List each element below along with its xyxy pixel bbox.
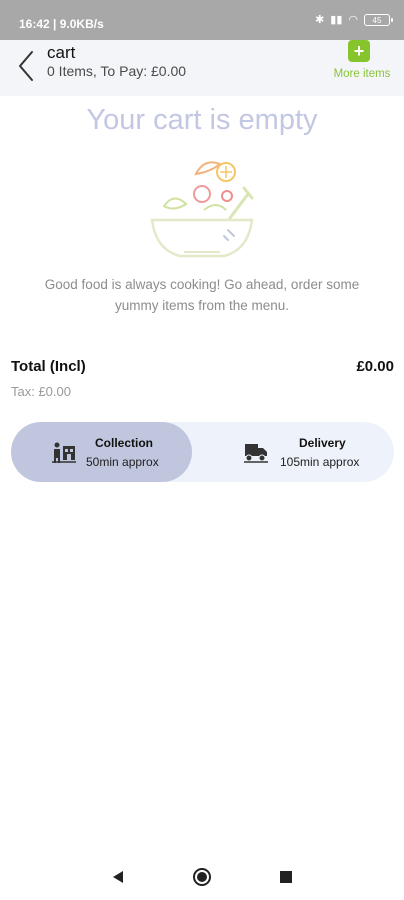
cart-summary: 0 Items, To Pay: £0.00	[47, 63, 187, 79]
status-icons: ✱ ▮▮ ◠ 45	[315, 13, 393, 26]
battery-icon: 45	[364, 14, 393, 26]
total-value: £0.00	[356, 358, 394, 375]
nav-back-icon[interactable]	[107, 866, 129, 888]
collection-title: Collection	[95, 436, 154, 450]
salad-bowl-icon	[150, 161, 254, 258]
nav-recents-icon[interactable]	[275, 866, 297, 888]
signal-icon: ▮▮	[330, 13, 343, 26]
collection-store-icon	[52, 442, 76, 463]
back-arrow-icon[interactable]	[14, 46, 40, 86]
order-type-toggle: Collection 50min approx Delivery 105min …	[11, 422, 394, 482]
more-items-label: More items	[333, 68, 391, 80]
system-nav-bar	[0, 852, 404, 900]
more-items-button[interactable]: + More items	[328, 40, 396, 86]
delivery-truck-icon	[244, 444, 268, 463]
delivery-eta: 105min approx	[280, 455, 360, 469]
status-time: 16:42 | 9.0KB/s	[19, 17, 104, 31]
plus-icon: +	[348, 40, 370, 62]
empty-cart-title: Your cart is empty	[86, 104, 318, 136]
delivery-title: Delivery	[299, 436, 346, 450]
cart-header: cart 0 Items, To Pay: £0.00 + More items	[0, 40, 404, 96]
tax-label: Tax: £0.00	[11, 384, 71, 399]
page-title: cart	[47, 43, 76, 62]
bluetooth-icon: ✱	[315, 13, 325, 26]
collection-option[interactable]: Collection 50min approx	[11, 422, 192, 482]
total-label: Total (Incl)	[11, 358, 86, 375]
delivery-option[interactable]: Delivery 105min approx	[192, 422, 394, 482]
nav-home-icon[interactable]	[191, 866, 213, 888]
wifi-icon: ◠	[348, 13, 358, 26]
collection-eta: 50min approx	[86, 455, 159, 469]
status-bar: 16:42 | 9.0KB/s ✱ ▮▮ ◠ 45	[0, 0, 404, 40]
empty-cart-message: Good food is always cooking! Go ahead, o…	[44, 277, 360, 313]
